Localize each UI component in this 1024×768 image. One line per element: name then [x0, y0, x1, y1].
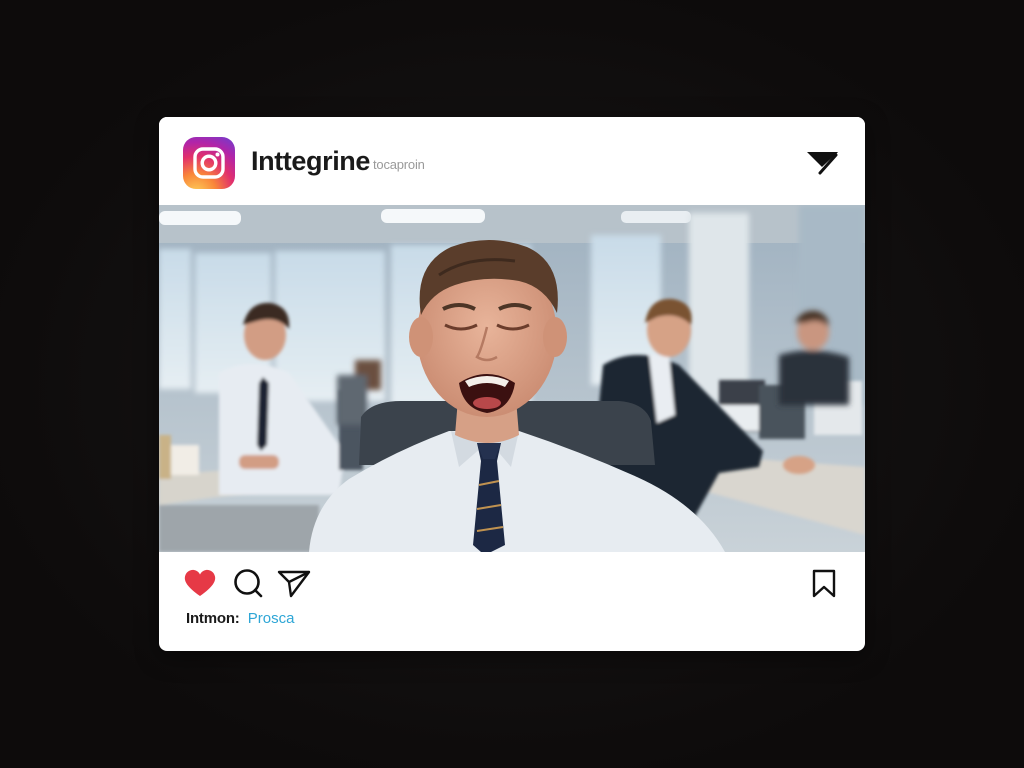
filter-triangle-icon[interactable] [805, 147, 841, 179]
instagram-logo-icon[interactable] [183, 137, 235, 189]
caption-username[interactable]: Intmon: [186, 610, 240, 627]
account-handle: tocaproin [373, 157, 425, 172]
paper-plane-icon[interactable] [277, 568, 311, 598]
caption-tag[interactable]: Prosca [248, 610, 295, 627]
comment-bubble-icon[interactable] [231, 568, 265, 598]
instagram-post-card: Inttegrine tocaproin Intmon: Prosca [159, 117, 865, 651]
post-actions-bar [159, 552, 865, 612]
post-caption: Intmon: Prosca [186, 610, 294, 627]
backdrop: Inttegrine tocaproin Intmon: Prosca [0, 0, 1024, 768]
bookmark-icon[interactable] [807, 568, 841, 598]
heart-icon[interactable] [183, 568, 217, 598]
account-name[interactable]: Inttegrine [251, 146, 370, 177]
post-photo[interactable] [159, 205, 865, 552]
post-header: Inttegrine tocaproin [159, 117, 865, 205]
